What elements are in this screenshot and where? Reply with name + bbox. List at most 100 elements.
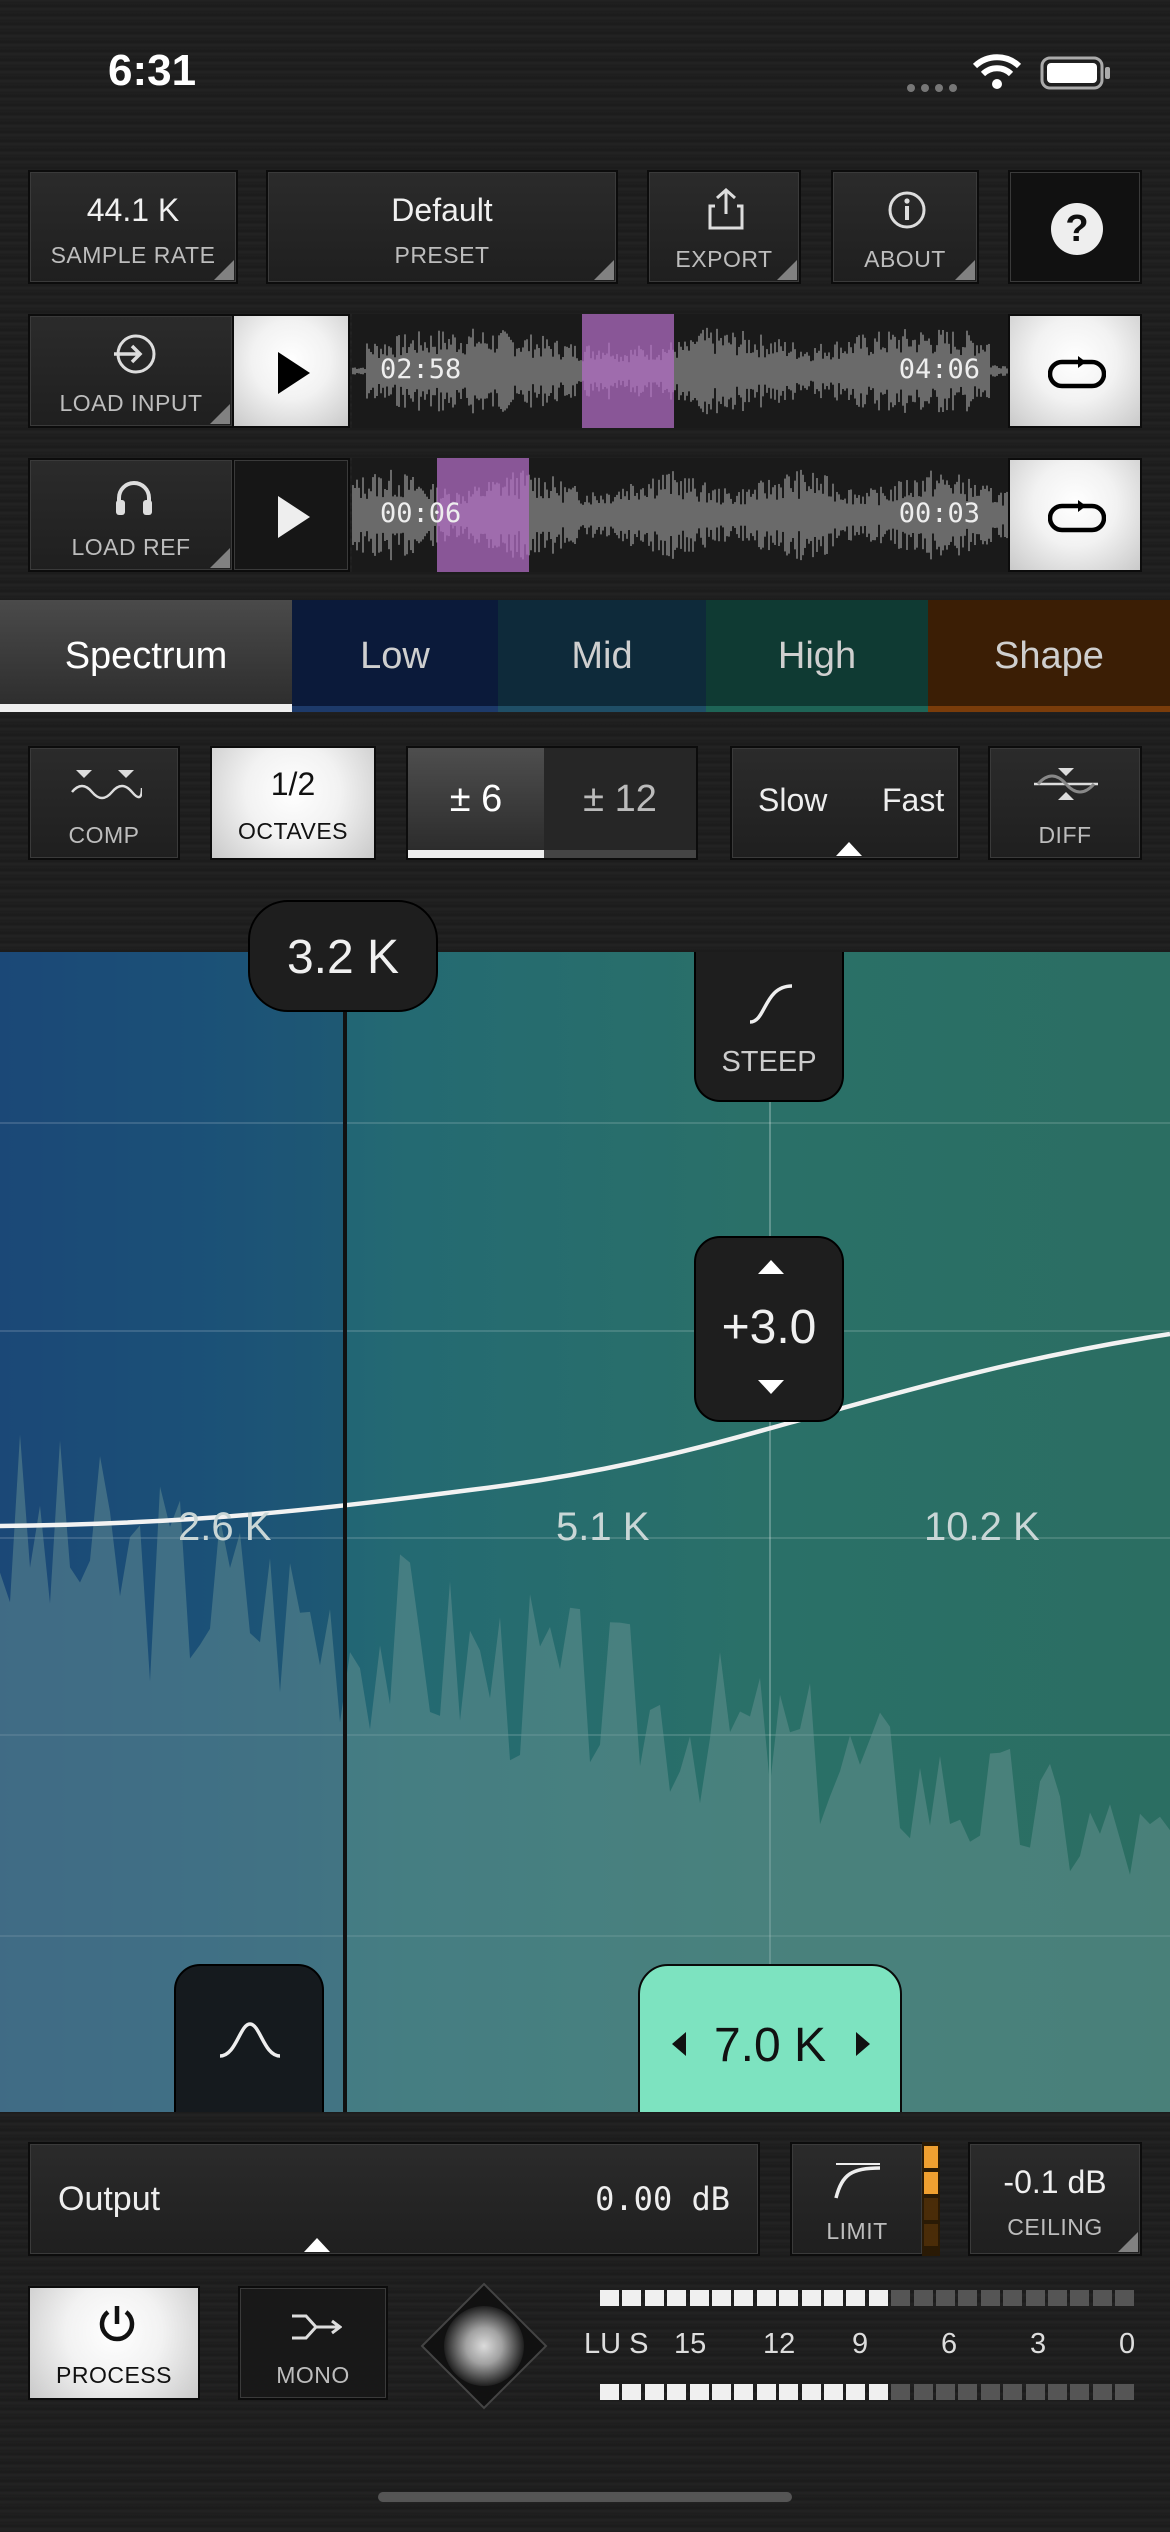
about-button[interactable]: ABOUT: [831, 170, 979, 284]
load-ref-button[interactable]: LOAD REF: [28, 458, 234, 572]
gain-down-icon[interactable]: [756, 1378, 786, 1401]
band-frequency-control[interactable]: 7.0 K: [638, 1964, 902, 2112]
waveform-bar: [492, 335, 494, 407]
share-icon: [707, 187, 745, 235]
output-control[interactable]: Output 0.00 dB: [28, 2142, 760, 2256]
gain-up-icon[interactable]: [756, 1258, 786, 1281]
freq-label-10.2k: 10.2 K: [924, 1505, 1040, 1549]
tab-mid[interactable]: Mid: [498, 600, 706, 712]
input-waveform[interactable]: 02:58 04:06: [352, 314, 1008, 428]
speed-segment[interactable]: Slow Fast: [730, 746, 960, 860]
gain-control[interactable]: +3.0: [694, 1236, 844, 1422]
output-readout: 0.00 dB: [595, 2180, 730, 2218]
waveform-bar: [512, 342, 514, 400]
waveform-bar: [818, 350, 820, 392]
waveform-bar: [636, 492, 638, 538]
waveform-bar: [810, 488, 812, 542]
waveform-bar: [986, 344, 988, 398]
waveform-bar: [576, 358, 578, 384]
meter-segment: [734, 2290, 754, 2306]
tab-shape[interactable]: Shape: [928, 600, 1170, 712]
waveform-bar: [860, 503, 862, 527]
freq-right-icon[interactable]: [854, 2030, 872, 2063]
tab-spectrum[interactable]: Spectrum: [0, 600, 292, 712]
waveform-bar: [570, 344, 572, 398]
waveform-bar: [718, 340, 720, 402]
waveform-bar: [698, 335, 700, 407]
waveform-bar: [1000, 492, 1002, 538]
steep-button[interactable]: STEEP: [694, 952, 844, 1102]
ref-play-button[interactable]: [232, 458, 350, 572]
waveform-bar: [734, 502, 736, 528]
input-play-button[interactable]: [232, 314, 350, 428]
filter-shape-button[interactable]: [174, 1964, 324, 2112]
meter-segment: [1115, 2290, 1135, 2306]
meter-segment: [1003, 2384, 1023, 2400]
waveform-bar: [768, 354, 770, 388]
waveform-bar: [890, 489, 892, 541]
waveform-bar: [596, 500, 598, 530]
waveform-bar: [658, 479, 660, 551]
waveform-bar: [726, 493, 728, 537]
waveform-bar: [376, 346, 378, 396]
process-button[interactable]: PROCESS: [28, 2286, 200, 2400]
range-option-12[interactable]: ± 12: [544, 748, 696, 858]
waveform-bar: [858, 335, 860, 407]
crossover-freq-handle[interactable]: 3.2 K: [248, 900, 438, 1012]
waveform-bar: [614, 497, 616, 533]
speed-slow[interactable]: Slow: [758, 782, 827, 819]
diff-button[interactable]: DIFF: [988, 746, 1142, 860]
waveform-bar: [998, 495, 1000, 535]
dropdown-corner-icon: [210, 404, 230, 424]
waveform-bar: [772, 353, 774, 389]
comp-button[interactable]: COMP: [28, 746, 180, 860]
input-loop-button[interactable]: [1008, 314, 1142, 428]
waveform-bar: [886, 352, 888, 390]
help-button[interactable]: ?: [1008, 170, 1142, 284]
waveform-bar: [666, 474, 668, 556]
waveform-bar: [806, 352, 808, 390]
waveform-bar: [788, 476, 790, 554]
tab-high[interactable]: High: [706, 600, 928, 712]
waveform-bar: [734, 337, 736, 405]
waveform-bar: [736, 495, 738, 535]
waveform-bar: [720, 504, 722, 526]
waveform-bar: [890, 339, 892, 403]
eq-spectrum-view[interactable]: 2.6 K 5.1 K 10.2 K STEEP +3.0 7.0 K: [0, 952, 1170, 2112]
ceiling-button[interactable]: -0.1 dB CEILING: [968, 2142, 1142, 2256]
range-option-6[interactable]: ± 6: [408, 748, 544, 858]
input-loop-region[interactable]: [581, 314, 674, 428]
input-time-left: 02:58: [380, 354, 462, 385]
preset-button[interactable]: Default PRESET: [266, 170, 618, 284]
waveform-bar: [708, 337, 710, 405]
range-segment[interactable]: ± 6 ± 12: [406, 746, 698, 860]
preset-value: Default: [391, 192, 493, 228]
waveform-bar: [834, 501, 836, 529]
ref-loop-button[interactable]: [1008, 458, 1142, 572]
waveform-bar: [474, 346, 476, 396]
ref-waveform[interactable]: 00:06 00:03: [352, 458, 1008, 572]
waveform-bar: [374, 474, 376, 556]
waveform-bar: [780, 487, 782, 543]
octaves-button[interactable]: 1/2 OCTAVES: [210, 746, 376, 860]
meter-segment: [891, 2384, 911, 2400]
load-input-button[interactable]: LOAD INPUT: [28, 314, 234, 428]
waveform-bar: [652, 478, 654, 552]
waveform-bar: [744, 504, 746, 526]
tab-low[interactable]: Low: [292, 600, 498, 712]
waveform-bar: [790, 488, 792, 542]
sample-rate-button[interactable]: 44.1 K SAMPLE RATE: [28, 170, 238, 284]
limit-button[interactable]: LIMIT: [790, 2142, 924, 2256]
waveform-bar: [656, 495, 658, 535]
waveform-bar: [990, 488, 992, 542]
battery-icon: [1040, 56, 1112, 95]
speed-fast[interactable]: Fast: [882, 782, 944, 819]
info-icon: [887, 190, 927, 235]
mono-button[interactable]: MONO: [238, 2286, 388, 2400]
waveform-bar: [726, 334, 728, 408]
waveform-bar: [536, 344, 538, 398]
waveform-bar: [814, 348, 816, 394]
export-button[interactable]: EXPORT: [647, 170, 801, 284]
crossover-line[interactable]: [343, 952, 347, 2112]
waveform-bar: [482, 332, 484, 410]
